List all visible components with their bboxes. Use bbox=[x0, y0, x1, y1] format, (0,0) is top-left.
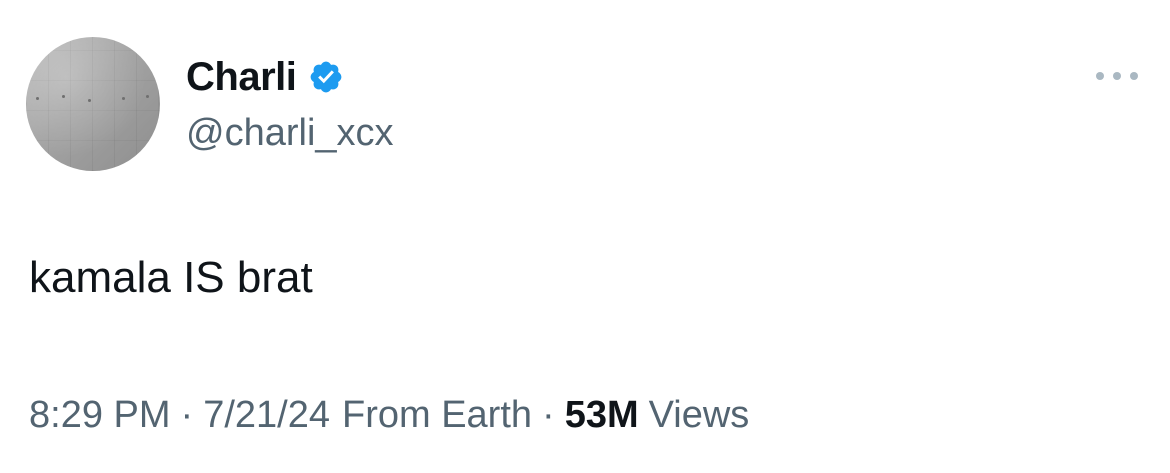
avatar-texture bbox=[146, 95, 149, 98]
tweet-card: Charli @charli_xcx kamala IS brat 8:29 P… bbox=[0, 0, 1170, 473]
views-label[interactable]: Views bbox=[649, 390, 750, 440]
avatar-texture bbox=[88, 99, 91, 102]
avatar-texture bbox=[122, 97, 125, 100]
more-dot bbox=[1130, 72, 1138, 80]
author-name-row: Charli bbox=[186, 52, 344, 102]
more-dot bbox=[1113, 72, 1121, 80]
tweet-source: From Earth bbox=[341, 394, 533, 436]
meta-separator: · bbox=[180, 394, 194, 436]
avatar[interactable] bbox=[26, 37, 160, 171]
author-handle[interactable]: @charli_xcx bbox=[186, 109, 394, 157]
more-options-icon[interactable] bbox=[1096, 70, 1138, 82]
avatar-texture bbox=[36, 97, 39, 100]
tweet-date[interactable]: 7/21/24 bbox=[203, 390, 330, 440]
avatar-texture bbox=[62, 95, 65, 98]
verified-badge-icon bbox=[308, 59, 344, 95]
more-dot bbox=[1096, 72, 1104, 80]
tweet-meta: 8:29 PM · 7/21/24 From Earth · 53M Views bbox=[29, 390, 749, 440]
tweet-text: kamala IS brat bbox=[29, 253, 313, 302]
meta-separator: · bbox=[542, 394, 555, 436]
display-name[interactable]: Charli bbox=[186, 52, 297, 102]
views-count[interactable]: 53M bbox=[565, 390, 639, 440]
tweet-time[interactable]: 8:29 PM bbox=[29, 390, 171, 440]
